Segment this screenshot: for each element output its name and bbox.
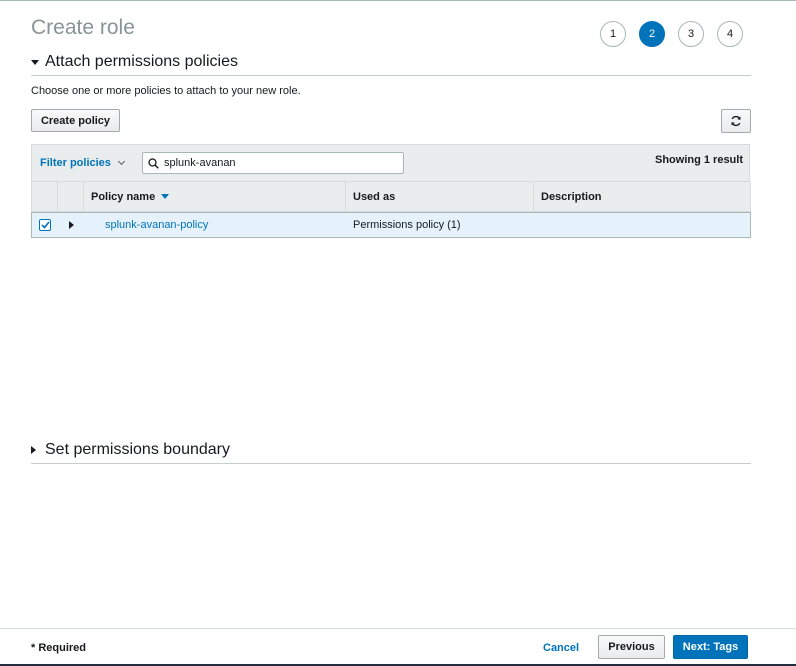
caret-right-icon <box>68 221 74 229</box>
checkmark-icon <box>40 221 50 229</box>
refresh-icon <box>731 115 741 127</box>
attach-policies-description: Choose one or more policies to attach to… <box>31 85 301 97</box>
next-tags-button[interactable]: Next: Tags <box>673 635 748 659</box>
permissions-boundary-title: Set permissions boundary <box>45 441 230 458</box>
search-icon <box>148 157 159 169</box>
policy-name-link[interactable]: splunk-avanan-policy <box>91 219 208 231</box>
search-box[interactable] <box>142 152 404 174</box>
wizard-steps: 1 2 3 4 <box>600 21 743 47</box>
step-3[interactable]: 3 <box>678 21 704 47</box>
row-expand-toggle[interactable] <box>58 213 84 237</box>
required-note: * Required <box>31 642 87 654</box>
table-row[interactable]: splunk-avanan-policy Permissions policy … <box>31 212 751 238</box>
chevron-down-icon <box>117 157 125 166</box>
row-select-cell <box>32 213 58 237</box>
permissions-boundary-header[interactable]: Set permissions boundary <box>31 441 751 464</box>
step-1[interactable]: 1 <box>600 21 626 47</box>
column-header-policy-name[interactable]: Policy name <box>84 182 346 211</box>
column-header-label: Description <box>541 190 602 203</box>
caret-right-icon <box>31 446 45 454</box>
description-cell <box>534 213 750 237</box>
policy-name-cell: splunk-avanan-policy <box>84 213 346 237</box>
column-header-used-as[interactable]: Used as <box>346 182 534 211</box>
create-policy-button[interactable]: Create policy <box>31 109 120 132</box>
cancel-link[interactable]: Cancel <box>543 642 579 654</box>
row-checkbox[interactable] <box>39 219 51 231</box>
header-select <box>32 182 58 211</box>
attach-policies-title: Attach permissions policies <box>45 53 238 70</box>
search-input[interactable] <box>164 157 394 169</box>
step-4[interactable]: 4 <box>717 21 743 47</box>
header-expand <box>58 182 84 211</box>
column-header-label: Used as <box>353 190 396 203</box>
filter-policies-dropdown[interactable]: Filter policies <box>40 157 125 169</box>
refresh-button[interactable] <box>721 109 751 133</box>
sort-descending-icon <box>161 194 170 199</box>
table-header: Policy name Used as Description <box>31 182 751 212</box>
page-title: Create role <box>31 16 135 39</box>
column-header-description[interactable]: Description <box>534 182 750 211</box>
column-header-label: Policy name <box>91 190 156 203</box>
caret-down-icon <box>31 59 45 65</box>
used-as-cell: Permissions policy (1) <box>353 219 461 231</box>
filter-policies-label: Filter policies <box>40 157 111 169</box>
policies-table: Policy name Used as Description splunk-a… <box>31 182 751 238</box>
previous-button[interactable]: Previous <box>598 635 665 659</box>
result-count: Showing 1 result <box>654 154 743 166</box>
attach-policies-header[interactable]: Attach permissions policies <box>31 53 751 76</box>
step-2[interactable]: 2 <box>639 21 665 47</box>
wizard-footer: * Required Cancel Previous Next: Tags <box>0 628 796 666</box>
filter-bar: Filter policies Showing 1 result <box>31 144 750 182</box>
